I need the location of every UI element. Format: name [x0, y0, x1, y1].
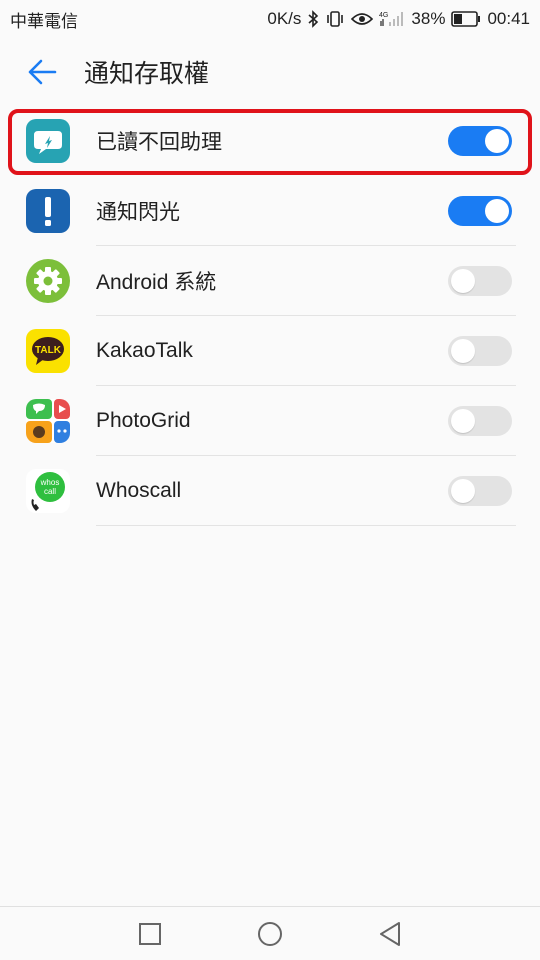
notification-access-list: 已讀不回助理 通知閃光 Android 系統 TALK KakaoTalk Ph… — [0, 106, 540, 526]
square-icon — [139, 922, 161, 945]
toggle-knob — [451, 479, 475, 503]
toggle-switch[interactable] — [448, 196, 512, 226]
svg-text:TALK: TALK — [35, 345, 62, 356]
toggle-switch[interactable] — [448, 266, 512, 296]
toggle-knob — [451, 269, 475, 293]
list-item-read-assistant[interactable]: 已讀不回助理 — [0, 106, 540, 176]
page-title: 通知存取權 — [84, 60, 210, 88]
gear-icon — [26, 259, 70, 303]
whoscall-icon: whos call — [26, 469, 70, 513]
list-item-label: Whoscall — [96, 479, 182, 502]
toggle-switch[interactable] — [448, 336, 512, 366]
recents-button[interactable] — [135, 919, 165, 949]
list-item-label: Android 系統 — [96, 271, 217, 294]
vibrate-icon — [325, 10, 345, 28]
triangle-back-icon — [380, 921, 400, 946]
svg-text:call: call — [44, 487, 56, 496]
circle-icon — [258, 921, 282, 946]
status-bar: 中華電信 0K/s 4G 38% 00:41 — [0, 0, 540, 38]
network-speed: 0K/s — [267, 9, 302, 28]
carrier-label: 中華電信 — [10, 11, 78, 31]
back-nav-button[interactable] — [375, 919, 405, 949]
list-item-label: PhotoGrid — [96, 409, 191, 432]
back-button[interactable] — [12, 42, 72, 102]
photogrid-icon — [26, 399, 70, 443]
list-item-notification-flash[interactable]: 通知閃光 — [0, 176, 540, 246]
list-item-whoscall[interactable]: whos call Whoscall — [0, 456, 540, 526]
clock: 00:41 — [487, 9, 530, 28]
toggle-switch[interactable] — [448, 406, 512, 436]
list-item-label: 通知閃光 — [96, 201, 180, 224]
back-arrow-icon — [28, 59, 57, 85]
app-bar: 通知存取權 — [0, 38, 540, 106]
toggle-knob — [485, 129, 509, 153]
list-item-android-system[interactable]: Android 系統 — [0, 246, 540, 316]
bluetooth-icon — [307, 10, 319, 28]
list-item-kakaotalk[interactable]: TALK KakaoTalk — [0, 316, 540, 386]
toggle-switch[interactable] — [448, 476, 512, 506]
list-item-label: 已讀不回助理 — [96, 131, 222, 154]
battery-percent: 38% — [411, 9, 446, 28]
toggle-knob — [451, 409, 475, 433]
home-button[interactable] — [255, 919, 285, 949]
svg-text:whos: whos — [40, 478, 60, 487]
exclamation-icon — [26, 189, 70, 233]
signal-4g-icon: 4G — [379, 10, 405, 28]
eye-icon — [351, 11, 374, 27]
toggle-switch[interactable] — [448, 126, 512, 156]
divider — [96, 525, 516, 526]
toggle-knob — [451, 339, 475, 363]
list-item-photogrid[interactable]: PhotoGrid — [0, 386, 540, 456]
svg-text:4G: 4G — [379, 12, 388, 19]
chat-bubble-icon — [26, 119, 70, 163]
talk-bubble-icon: TALK — [26, 329, 70, 373]
toggle-knob — [485, 199, 509, 223]
status-icons: 0K/s 4G 38% 00:41 — [267, 9, 530, 29]
list-item-label: KakaoTalk — [96, 339, 193, 362]
navigation-bar — [0, 906, 540, 960]
battery-icon — [451, 11, 481, 27]
